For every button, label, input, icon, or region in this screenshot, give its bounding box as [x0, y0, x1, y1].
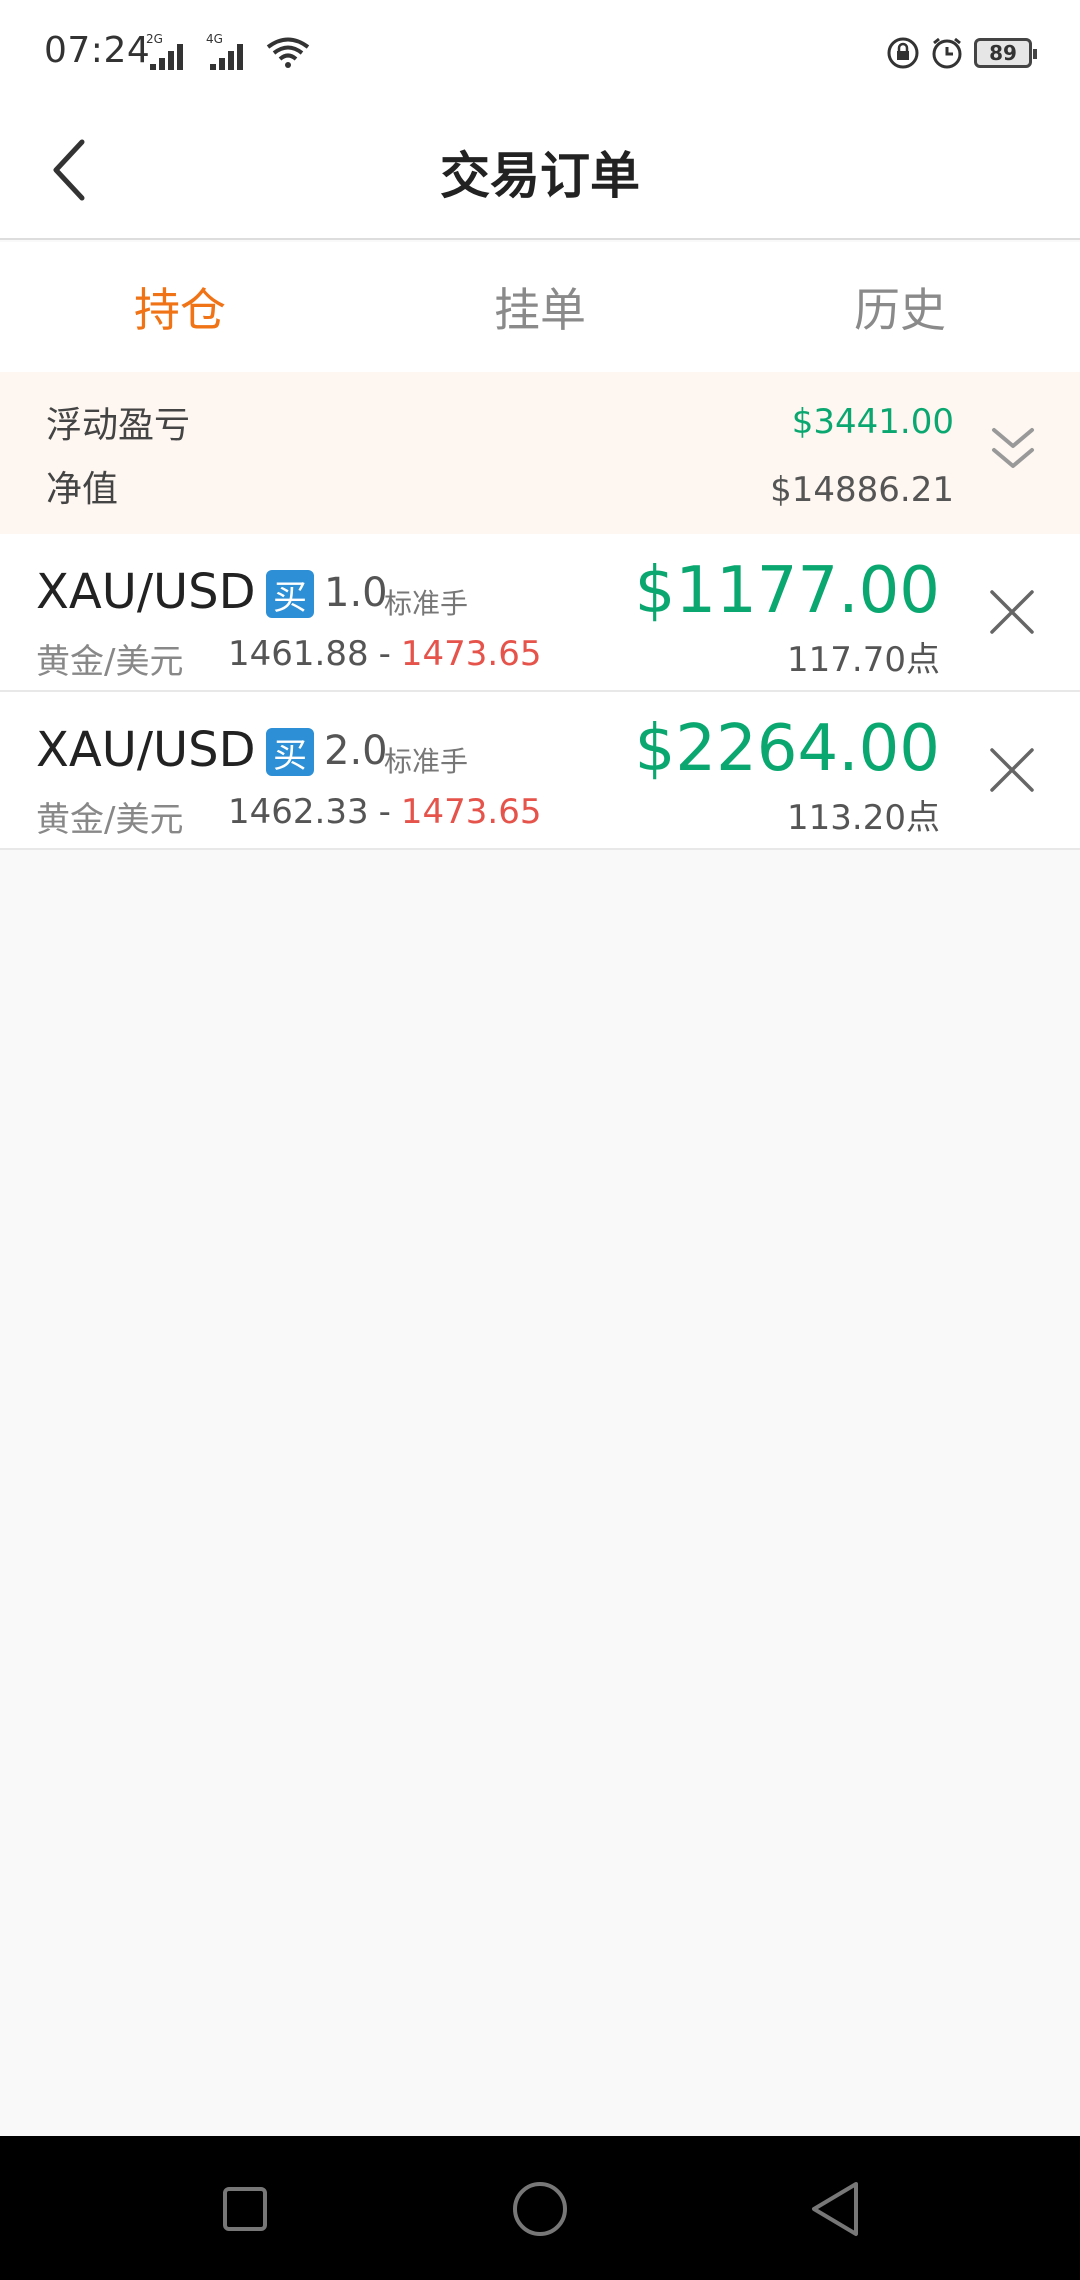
current-price: 1473.65	[400, 792, 542, 832]
triangle-back-icon	[812, 2182, 858, 2236]
status-bar: 07:24 2G 4G 89	[0, 0, 1080, 110]
floating-pl-label: 浮动盈亏	[46, 405, 191, 446]
close-position-button[interactable]	[984, 742, 1040, 798]
open-price: 1461.88	[228, 634, 369, 674]
instrument-name: 黄金/美元	[36, 800, 184, 840]
lock-rotation-icon	[887, 37, 919, 69]
signal-icon: 2G	[146, 32, 198, 70]
tab-pending-orders[interactable]: 挂单	[360, 242, 720, 372]
status-right-icons: 89	[886, 36, 1037, 70]
tab-positions[interactable]: 持仓	[0, 242, 360, 372]
page-title: 交易订单	[440, 147, 640, 205]
position-symbol: XAU/USD	[36, 722, 256, 778]
floating-pl-value: $3441.00	[791, 402, 954, 442]
price-range: 1462.33-1473.65	[228, 792, 542, 832]
price-range: 1461.88-1473.65	[228, 634, 542, 674]
header: 交易订单	[0, 110, 1080, 240]
position-points: 113.20点	[787, 798, 940, 838]
double-chevron-down-icon	[992, 428, 1034, 468]
position-row[interactable]: XAU/USD 买 2.0 标准手 黄金/美元 1462.33-1473.65 …	[0, 692, 1080, 850]
position-lots: 2.0	[324, 728, 388, 774]
account-summary: 浮动盈亏 $3441.00 净值 $14886.21	[0, 372, 1080, 534]
position-lots: 1.0	[324, 570, 388, 616]
buy-badge: 买	[266, 570, 314, 618]
circle-home-icon	[513, 2182, 567, 2236]
current-price: 1473.65	[400, 634, 542, 674]
close-position-button[interactable]	[984, 584, 1040, 640]
back-nav-button[interactable]	[790, 2164, 880, 2254]
position-profit: $1177.00	[634, 554, 940, 628]
recents-button[interactable]	[200, 2164, 290, 2254]
wifi-icon	[266, 37, 310, 68]
lot-unit: 标准手	[384, 745, 469, 778]
equity-label: 净值	[46, 469, 119, 510]
home-button[interactable]	[495, 2164, 585, 2254]
equity-value: $14886.21	[770, 470, 954, 510]
status-left-icons: 2G 4G	[146, 32, 310, 70]
signal-icon: 4G	[206, 32, 258, 70]
position-profit: $2264.00	[634, 712, 940, 786]
status-time: 07:24	[44, 30, 151, 71]
position-row[interactable]: XAU/USD 买 1.0 标准手 黄金/美元 1461.88-1473.65 …	[0, 534, 1080, 692]
battery-icon: 89	[974, 38, 1037, 68]
expand-summary-button[interactable]	[986, 418, 1040, 482]
price-separator: -	[378, 634, 391, 674]
close-icon	[990, 748, 1034, 792]
close-icon	[990, 590, 1034, 634]
price-separator: -	[378, 792, 391, 832]
tab-bar: 持仓 挂单 历史	[0, 242, 1080, 372]
lot-unit: 标准手	[384, 587, 469, 620]
instrument-name: 黄金/美元	[36, 642, 184, 682]
alarm-icon	[932, 37, 962, 69]
positions-list: XAU/USD 买 1.0 标准手 黄金/美元 1461.88-1473.65 …	[0, 534, 1080, 850]
square-recents-icon	[223, 2187, 267, 2231]
position-points: 117.70点	[787, 640, 940, 680]
battery-level: 89	[989, 41, 1017, 65]
position-symbol: XAU/USD	[36, 564, 256, 620]
buy-badge: 买	[266, 728, 314, 776]
system-nav-bar	[0, 2136, 1080, 2280]
open-price: 1462.33	[228, 792, 369, 832]
tab-history[interactable]: 历史	[720, 242, 1080, 372]
